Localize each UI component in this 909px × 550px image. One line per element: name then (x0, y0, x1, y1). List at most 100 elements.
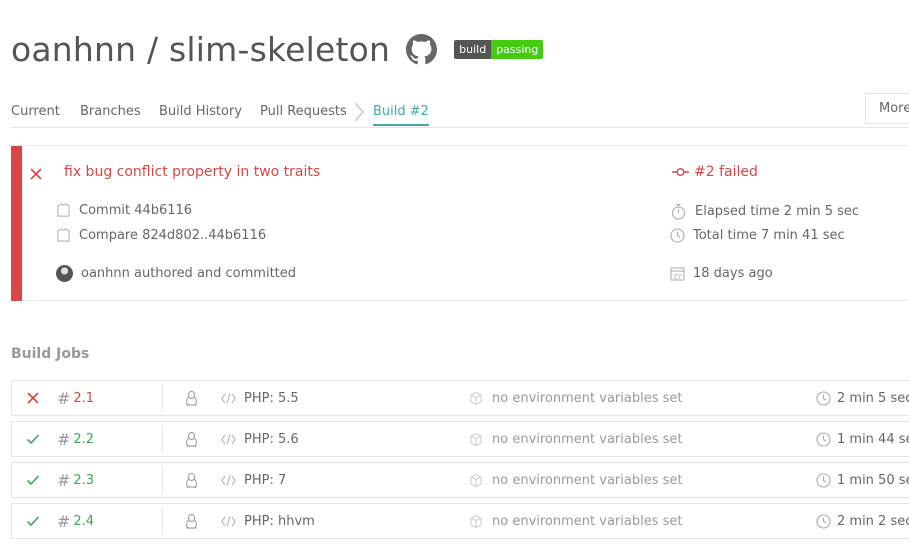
job-number-text: 2.3 (73, 472, 95, 488)
job-env: no environment variables set (469, 381, 682, 415)
passed-icon (26, 504, 40, 538)
commit-message[interactable]: fix bug conflict property in two traits (64, 164, 320, 180)
linux-icon (184, 381, 199, 415)
job-number-text: 2.4 (73, 513, 95, 529)
clock-icon (816, 390, 831, 406)
job-number-text: 2.2 (73, 431, 95, 447)
tab-branches[interactable]: Branches (80, 104, 141, 119)
job-duration-text: 2 min 2 sec (837, 513, 909, 529)
more-options-button[interactable]: More (865, 93, 909, 124)
job-language: PHP: 5.5 (221, 381, 299, 415)
job-duration-text: 2 min 5 sec (837, 390, 909, 406)
job-language-text: PHP: 7 (244, 472, 287, 488)
box-icon (470, 514, 482, 528)
build-status-text: #2 failed (694, 164, 758, 180)
build-status-badge[interactable]: build passing (454, 39, 544, 59)
build-tabs: Current Branches Build History Pull Requ… (11, 100, 909, 128)
hash-icon: # (57, 511, 71, 531)
build-date: 27 18 days ago (670, 266, 773, 281)
job-divider (162, 385, 163, 411)
github-icon[interactable] (406, 33, 438, 65)
job-number[interactable]: #2.2 (57, 422, 94, 456)
repo-separator: / (136, 29, 169, 69)
total-time-text: Total time 7 min 41 sec (693, 228, 845, 243)
failed-icon (29, 166, 43, 185)
author-info: oanhnn authored and committed (56, 265, 296, 282)
job-language: PHP: 7 (221, 463, 286, 497)
failed-icon (26, 381, 40, 415)
chevron-right-icon (353, 101, 365, 127)
tab-current[interactable]: Current (11, 104, 60, 119)
job-duration-text: 1 min 50 sec (837, 472, 909, 488)
badge-label: build (454, 39, 492, 59)
linux-icon (184, 422, 199, 456)
commit-icon (57, 203, 70, 217)
job-language: PHP: 5.6 (221, 422, 299, 456)
job-env: no environment variables set (469, 504, 682, 538)
job-divider (162, 426, 163, 452)
elapsed-time: Elapsed time 2 min 5 sec (670, 203, 859, 220)
job-row[interactable]: #2.4 PHP: hhvm no environment variables se… (11, 503, 909, 539)
job-row[interactable]: #2.3 PHP: 7 no environment variables set 1 … (11, 462, 909, 498)
clock-icon (816, 472, 831, 488)
box-icon (470, 473, 482, 487)
repo-header: oanhnn / slim-skeleton build passing (11, 28, 544, 70)
linux-icon (184, 463, 199, 497)
job-row[interactable]: #2.2 PHP: 5.6 no environment variables set… (11, 421, 909, 457)
commit-link[interactable]: Commit 44b6116 (56, 203, 192, 218)
compare-link[interactable]: Compare 824d802..44b6116 (56, 228, 266, 243)
badge-value: passing (491, 39, 544, 59)
job-number-text: 2.1 (73, 390, 95, 406)
repo-owner-link[interactable]: oanhnn (11, 30, 136, 69)
linux-icon (184, 504, 199, 538)
job-duration: 1 min 44 sec (816, 422, 909, 456)
job-duration-text: 1 min 44 sec (837, 431, 909, 447)
hash-icon: # (57, 388, 71, 408)
tab-build-history[interactable]: Build History (159, 104, 242, 119)
box-icon (470, 391, 482, 405)
repo-name-link[interactable]: slim-skeleton (169, 30, 390, 69)
stopwatch-icon (671, 203, 686, 220)
repo-title: oanhnn / slim-skeleton (11, 30, 390, 69)
job-env-text: no environment variables set (492, 513, 683, 529)
clock-icon (670, 228, 685, 243)
job-language: PHP: hhvm (221, 504, 315, 538)
compare-text: Compare 824d802..44b6116 (79, 228, 267, 243)
job-divider (162, 467, 163, 493)
code-icon (221, 392, 236, 404)
passed-icon (26, 422, 40, 456)
code-icon (221, 515, 236, 527)
job-env-text: no environment variables set (492, 390, 683, 406)
job-language-text: PHP: 5.5 (244, 390, 299, 406)
build-date-text: 18 days ago (693, 266, 773, 281)
job-env-text: no environment variables set (492, 431, 683, 447)
job-language-text: PHP: 5.6 (244, 431, 299, 447)
job-number[interactable]: #2.1 (57, 381, 94, 415)
calendar-day: 27 (674, 274, 682, 281)
calendar-icon: 27 (670, 267, 685, 281)
commit-node-icon (672, 168, 689, 176)
build-status[interactable]: #2 failed (672, 164, 758, 180)
compare-icon (57, 228, 70, 242)
job-number[interactable]: #2.4 (57, 504, 94, 538)
job-row[interactable]: #2.1 PHP: 5.5 no environment variables set… (11, 380, 909, 416)
code-icon (221, 433, 236, 445)
job-language-text: PHP: hhvm (244, 513, 315, 529)
clock-icon (816, 513, 831, 529)
job-env: no environment variables set (469, 463, 682, 497)
build-jobs-heading: Build Jobs (11, 346, 90, 362)
job-env-text: no environment variables set (492, 472, 683, 488)
status-bar (11, 146, 22, 301)
job-env: no environment variables set (469, 422, 682, 456)
author-text: oanhnn authored and committed (81, 266, 297, 281)
avatar (56, 265, 73, 282)
job-divider (162, 508, 163, 534)
clock-icon (816, 431, 831, 447)
total-time: Total time 7 min 41 sec (670, 228, 845, 243)
passed-icon (26, 463, 40, 497)
tab-pull-requests[interactable]: Pull Requests (260, 104, 347, 119)
job-number[interactable]: #2.3 (57, 463, 94, 497)
build-summary: fix bug conflict property in two traits … (11, 145, 909, 301)
tab-build-2[interactable]: Build #2 (373, 104, 429, 126)
commit-text: Commit 44b6116 (79, 203, 193, 218)
